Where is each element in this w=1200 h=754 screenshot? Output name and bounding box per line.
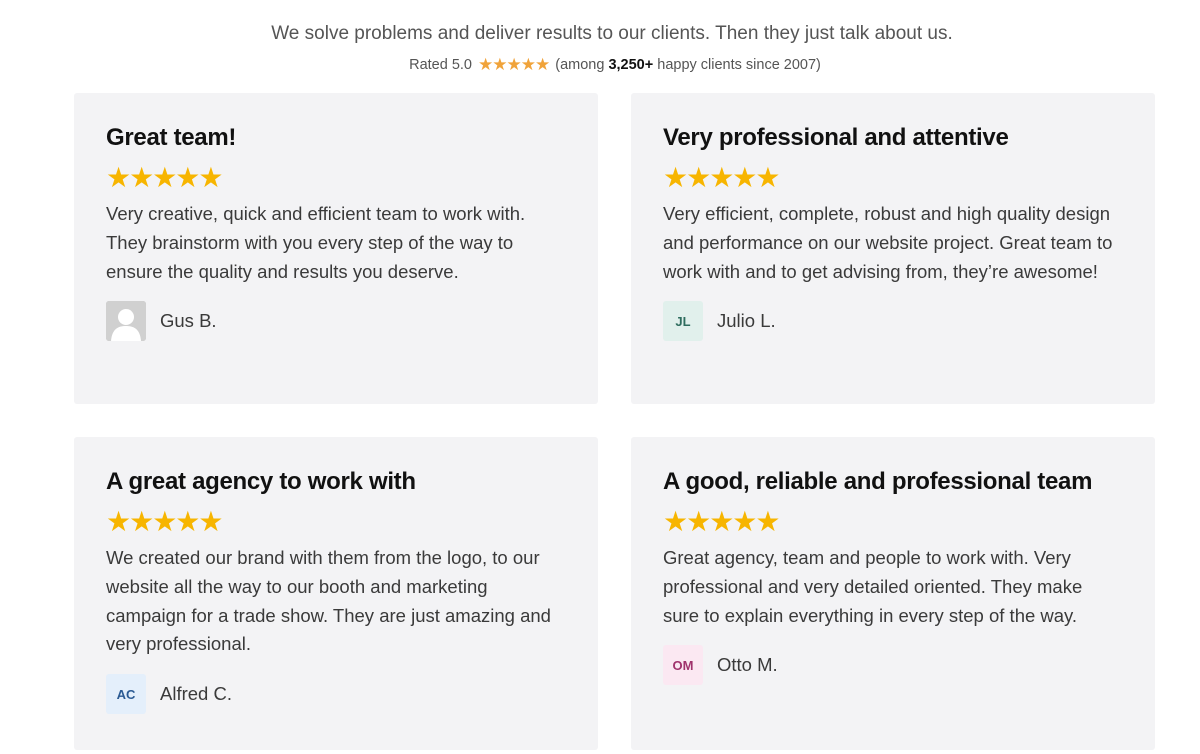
testimonial-author: JL Julio L. [663,301,1123,342]
rating-among-text: (among [555,57,605,73]
author-name: Alfred C. [160,683,232,705]
rating-suffix: happy clients since 2007) [657,57,821,73]
rating-prefix: Rated 5.0 [409,57,472,73]
testimonial-card: Very professional and attentive ★★★★★ Ve… [631,93,1155,404]
testimonial-title: Very professional and attentive [663,124,1009,151]
overall-rating: Rated 5.0 ★★★★★ (among 3,250+ happy clie… [0,56,1200,74]
user-silhouette-icon [106,301,146,342]
testimonial-quote: We created our brand with them from the … [106,547,551,655]
testimonial-title: A good, reliable and professional team [663,468,1093,495]
testimonial-title: A great agency to work with [106,468,416,495]
five-stars-icon: ★★★★★ [106,162,224,193]
five-stars-icon: ★★★★★ [663,162,781,193]
rating-stars-icon: ★★★★★ [478,55,550,74]
testimonial-quote: Great agency, team and people to work wi… [663,547,1083,626]
author-name: Gus B. [160,310,217,332]
testimonial-card: A great agency to work with ★★★★★ We cre… [74,437,598,750]
five-stars-icon: ★★★★★ [663,506,781,537]
author-name: Otto M. [717,654,778,676]
avatar-placeholder-graphic [106,301,146,342]
testimonial-author: AC Alfred C. [106,674,566,715]
rating-client-count: 3,250+ [608,57,654,73]
testimonial-title: Great team! [106,124,237,151]
avatar: JL [663,301,703,342]
testimonial-card: A good, reliable and professional team ★… [631,437,1155,750]
avatar: OM [663,645,703,686]
section-tagline: We solve problems and deliver results to… [271,23,953,44]
avatar: AC [106,674,146,715]
testimonial-quote: Very efficient, complete, robust and hig… [663,203,1113,282]
testimonial-author: OM Otto M. [663,645,1123,686]
five-stars-icon: ★★★★★ [106,506,224,537]
testimonial-card: Great team! ★★★★★ Very creative, quick a… [74,93,598,404]
testimonial-quote: Very creative, quick and efficient team … [106,203,526,282]
testimonial-author: Gus B. [106,301,566,342]
author-name: Julio L. [717,310,776,332]
